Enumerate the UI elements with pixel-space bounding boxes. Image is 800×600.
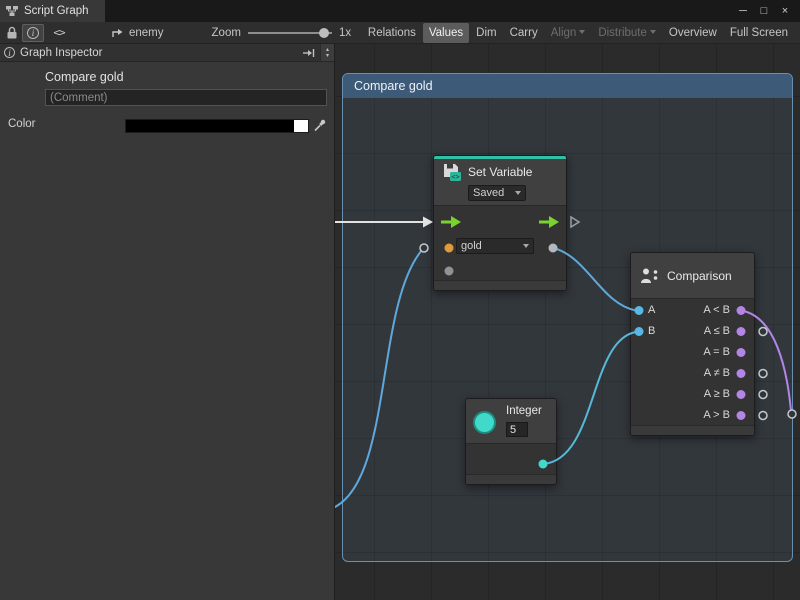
input-b-label: B	[648, 325, 660, 337]
input-a-label: A	[648, 304, 660, 316]
dock-arrow-icon[interactable]	[302, 48, 316, 58]
graph-toolbar: i <> enemy Zoom 1x Relations Values Dim …	[0, 22, 800, 44]
relations-button[interactable]: Relations	[362, 23, 422, 43]
zoom-label: Zoom	[212, 27, 241, 39]
script-graph-icon	[6, 5, 18, 17]
variable-scope-dropdown[interactable]: Saved	[468, 185, 526, 201]
fullscreen-button[interactable]: Full Screen	[724, 23, 794, 43]
graph-ref-label: enemy	[129, 27, 164, 39]
node-title: Integer	[506, 405, 542, 417]
spin-down-icon: ▾	[326, 53, 329, 59]
value-port-row: gold	[434, 234, 566, 258]
dim-button[interactable]: Dim	[470, 23, 502, 43]
output-label: A ≥ B	[704, 388, 730, 400]
comment-input[interactable]	[45, 89, 327, 106]
comparison-row: B A ≤ B	[631, 320, 754, 341]
graph-title: Compare gold	[45, 70, 124, 84]
extra-port-row	[434, 258, 566, 280]
output-label: A = B	[703, 346, 730, 358]
color-label: Color	[8, 118, 35, 130]
tab-title: Script Graph	[24, 5, 89, 17]
node-set-variable[interactable]: <> Set Variable Saved gold	[433, 155, 567, 291]
comparison-row: A A < B	[631, 299, 754, 320]
node-header[interactable]: Integer	[466, 399, 556, 444]
scroll-spinner[interactable]: ▴ ▾	[320, 44, 334, 61]
lock-icon[interactable]	[6, 26, 18, 40]
comparison-row: A = B	[631, 341, 754, 362]
comparison-row: A ≠ B	[631, 362, 754, 383]
node-footer	[631, 425, 754, 435]
toolbar-buttons: Relations Values Dim Carry Align Distrib…	[362, 23, 796, 43]
chevron-down-icon	[523, 244, 529, 248]
integer-value-input[interactable]	[506, 422, 528, 437]
maximize-icon[interactable]: □	[755, 2, 773, 20]
svg-text:<>: <>	[451, 173, 459, 181]
eyedropper-icon[interactable]	[313, 118, 327, 132]
zoom-control: Zoom 1x	[212, 27, 352, 39]
inspector-header[interactable]: i Graph Inspector ▴ ▾	[0, 44, 334, 62]
node-body	[466, 444, 556, 474]
title-bar: Script Graph ─ □ ×	[0, 0, 800, 22]
graph-canvas[interactable]: Compare gold <> Set Variable Saved	[335, 44, 800, 600]
group-header[interactable]: Compare gold	[343, 74, 792, 98]
dropdown-value: Saved	[473, 187, 504, 199]
output-label: A ≤ B	[704, 325, 730, 337]
flow-port-row	[434, 206, 566, 234]
zoom-slider[interactable]	[248, 32, 332, 34]
code-icon: <>	[53, 26, 64, 39]
zoom-slider-handle[interactable]	[319, 28, 329, 38]
minimize-icon[interactable]: ─	[734, 2, 752, 20]
node-footer	[434, 280, 566, 290]
color-value-area	[126, 120, 294, 132]
graph-inspector-panel: i Graph Inspector ▴ ▾ Compare gold Color	[0, 44, 335, 600]
output-label: A ≠ B	[704, 367, 730, 379]
carry-button[interactable]: Carry	[504, 23, 544, 43]
values-button[interactable]: Values	[423, 23, 469, 43]
node-header[interactable]: Comparison	[631, 253, 754, 299]
comparison-row: A > B	[631, 404, 754, 425]
output-label: A > B	[703, 409, 730, 421]
close-icon[interactable]: ×	[776, 2, 794, 20]
chevron-down-icon	[650, 30, 656, 34]
tab-script-graph[interactable]: Script Graph	[0, 0, 105, 22]
overview-button[interactable]: Overview	[663, 23, 723, 43]
color-swatch[interactable]	[125, 119, 309, 133]
graph-breadcrumb[interactable]: enemy	[112, 27, 164, 39]
comparison-row: A ≥ B	[631, 383, 754, 404]
node-title: Set Variable	[468, 165, 532, 179]
node-footer	[466, 474, 556, 484]
info-icon: i	[4, 47, 15, 58]
variable-name-dropdown[interactable]: gold	[456, 238, 534, 254]
node-body: gold	[434, 205, 566, 280]
color-alpha-area	[294, 120, 308, 132]
comparison-icon	[640, 267, 660, 285]
dropdown-value: gold	[461, 240, 482, 252]
info-icon: i	[27, 27, 39, 39]
group-title: Compare gold	[354, 79, 433, 93]
align-button[interactable]: Align	[545, 23, 592, 43]
inspector-toggle-button[interactable]: i	[22, 24, 44, 42]
node-header[interactable]: <> Set Variable Saved	[434, 159, 566, 205]
inspector-header-title: Graph Inspector	[20, 47, 102, 59]
align-label: Align	[551, 27, 577, 39]
zoom-value: 1x	[339, 27, 351, 39]
distribute-label: Distribute	[598, 27, 647, 39]
chevron-down-icon	[515, 191, 521, 195]
jump-arrow-icon	[112, 28, 124, 38]
integer-port-icon[interactable]	[473, 411, 496, 434]
node-title: Comparison	[667, 269, 732, 283]
node-comparison[interactable]: Comparison A A < B B A ≤ B A = B A ≠ B A…	[630, 252, 755, 436]
window-controls: ─ □ ×	[734, 0, 800, 22]
output-label: A < B	[703, 304, 730, 316]
distribute-button[interactable]: Distribute	[592, 23, 662, 43]
code-view-button[interactable]: <>	[48, 24, 70, 42]
chevron-down-icon	[579, 30, 585, 34]
node-integer[interactable]: Integer	[465, 398, 557, 485]
save-variable-icon: <>	[442, 162, 462, 182]
